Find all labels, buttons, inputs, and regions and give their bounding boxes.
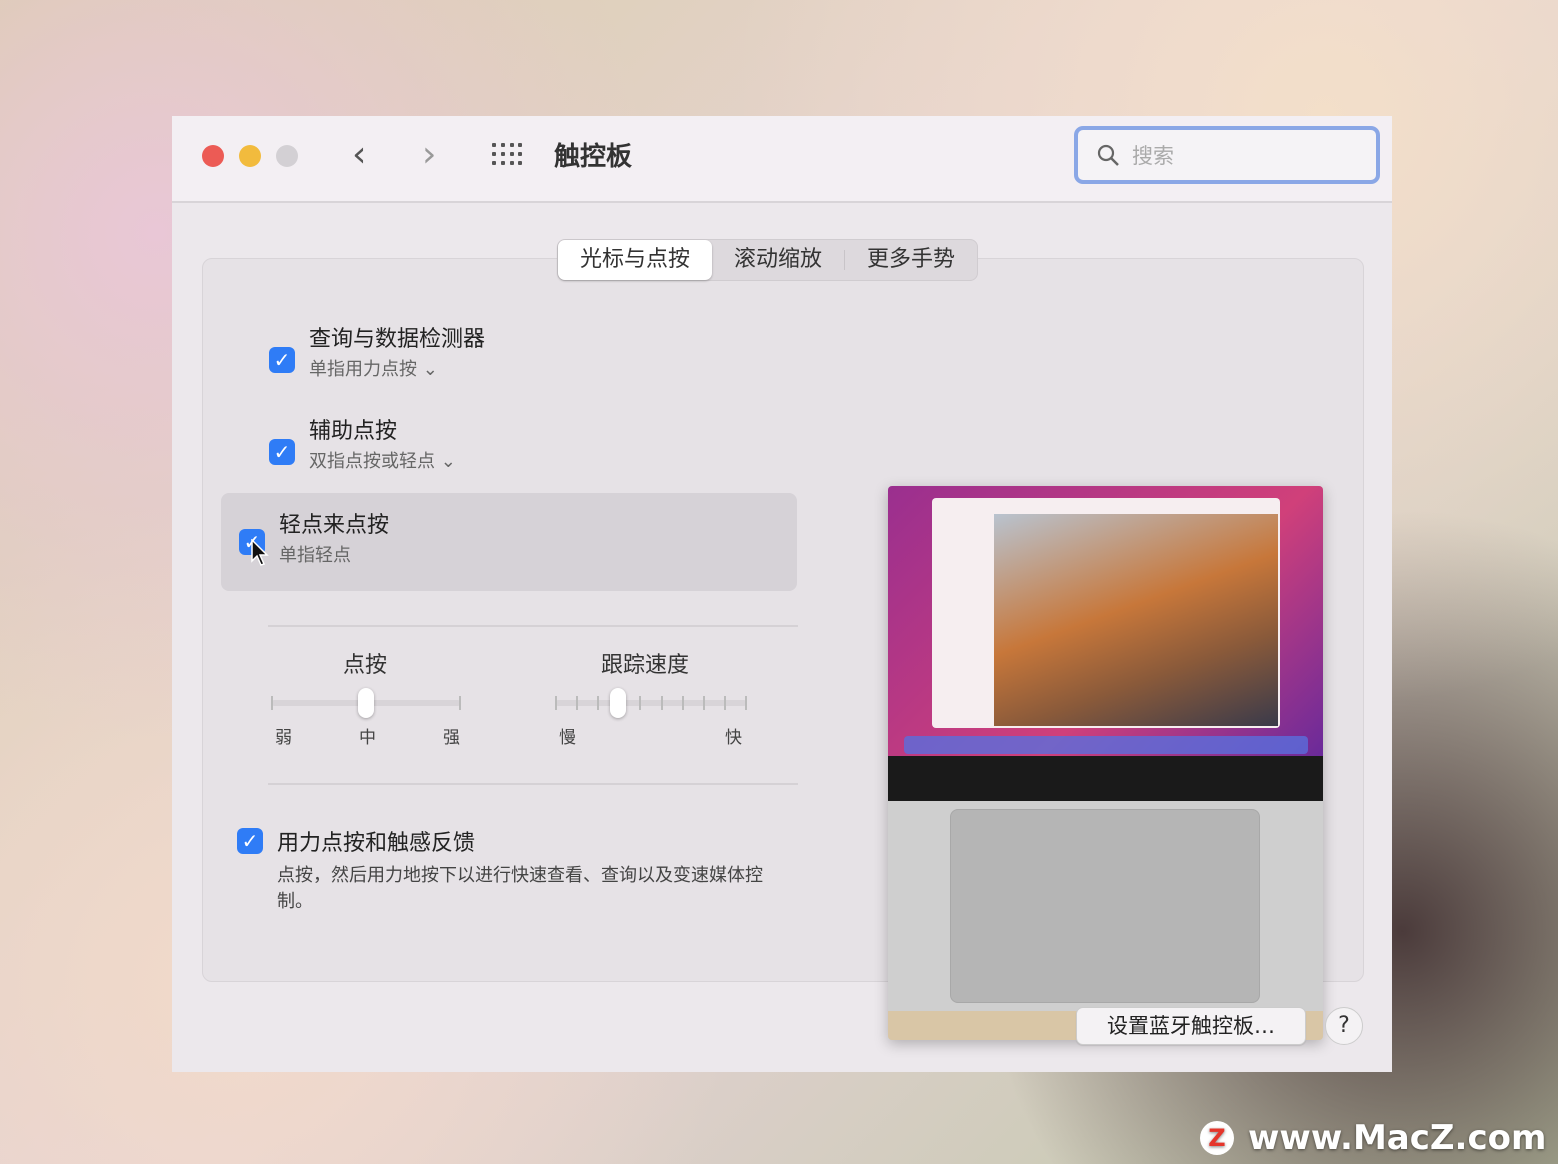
tracking-tick	[555, 696, 557, 710]
tab-more-gestures[interactable]: 更多手势	[845, 240, 977, 280]
click-slider[interactable]	[271, 688, 461, 718]
tracking-tick	[702, 696, 705, 710]
tracking-speed-slider[interactable]	[555, 688, 747, 718]
trackpad-preview-video	[888, 486, 1323, 1040]
zoom-button[interactable]	[276, 145, 298, 167]
title-bar: ‹ › 触控板 搜索	[172, 116, 1392, 203]
force-click-description: 点按，然后用力地按下以进行快速查看、查询以及变速媒体控制。	[277, 865, 763, 912]
setup-bluetooth-trackpad-button[interactable]: 设置蓝牙触控板…	[1076, 1007, 1306, 1045]
option-tap-to-click[interactable]: ✓ 轻点来点按 单指轻点	[221, 493, 797, 591]
search-field[interactable]: 搜索	[1074, 126, 1380, 184]
click-label-light: 弱	[275, 728, 292, 748]
macz-logo-icon: Z	[1200, 1121, 1234, 1155]
secondary-click-dropdown[interactable]: 双指点按或轻点 ⌄	[309, 447, 456, 473]
force-click-checkbox[interactable]: ✓	[237, 828, 263, 854]
click-slider-title: 点按	[343, 653, 388, 678]
back-chevron-icon[interactable]: ‹	[352, 134, 366, 175]
option-lookup[interactable]: ✓ 查询与数据检测器 单指用力点按 ⌄	[251, 319, 827, 417]
mouse-cursor-icon	[251, 539, 269, 566]
tracking-tick	[576, 696, 579, 710]
forward-chevron-icon[interactable]: ›	[422, 134, 436, 175]
option-label: 辅助点按	[309, 419, 398, 444]
option-label: 查询与数据检测器	[309, 327, 486, 352]
search-icon	[1097, 144, 1119, 166]
tracking-tick	[639, 696, 642, 710]
click-label-firm: 强	[443, 728, 460, 748]
chevron-down-icon: ⌄	[440, 451, 456, 472]
tracking-slider-title: 跟踪速度	[601, 653, 690, 678]
tab-point-click[interactable]: 光标与点按	[558, 240, 713, 280]
tracking-tick	[723, 696, 726, 710]
tracking-tick	[745, 696, 747, 710]
force-click-label: 用力点按和触感反馈	[277, 831, 476, 856]
option-label: 轻点来点按	[279, 513, 390, 538]
watermark: Zwww.MacZ.com	[1200, 1118, 1546, 1158]
close-button[interactable]	[202, 145, 224, 167]
lookup-checkbox[interactable]: ✓	[269, 347, 295, 373]
tracking-slider-thumb[interactable]	[609, 688, 626, 718]
tab-bar: 光标与点按 滚动缩放 更多手势	[557, 239, 979, 281]
search-placeholder: 搜索	[1132, 144, 1174, 168]
tracking-tick	[660, 696, 663, 710]
option-sub: 单指轻点	[279, 545, 351, 566]
help-button[interactable]: ?	[1325, 1007, 1363, 1045]
click-slider-thumb[interactable]	[358, 688, 374, 718]
tracking-tick	[681, 696, 684, 710]
tracking-tick	[597, 696, 600, 710]
tracking-label-fast: 快	[725, 728, 742, 748]
lookup-dropdown[interactable]: 单指用力点按 ⌄	[309, 355, 438, 381]
tab-scroll-zoom[interactable]: 滚动缩放	[712, 240, 844, 280]
show-all-grid-icon[interactable]	[492, 143, 524, 167]
click-label-medium: 中	[359, 728, 376, 748]
secondary-click-checkbox[interactable]: ✓	[269, 439, 295, 465]
minimize-button[interactable]	[239, 145, 261, 167]
system-preferences-window: ‹ › 触控板 搜索 ✓ 查询与数据检测器 单指用力点按 ⌄ ✓ 辅助点按 双指…	[172, 116, 1392, 1072]
divider	[268, 783, 798, 785]
settings-panel: ✓ 查询与数据检测器 单指用力点按 ⌄ ✓ 辅助点按 双指点按或轻点 ⌄ ✓ 轻…	[202, 258, 1364, 1040]
chevron-down-icon: ⌄	[422, 359, 438, 380]
tracking-label-slow: 慢	[559, 728, 576, 748]
window-title: 触控板	[554, 142, 633, 172]
divider	[268, 625, 798, 627]
